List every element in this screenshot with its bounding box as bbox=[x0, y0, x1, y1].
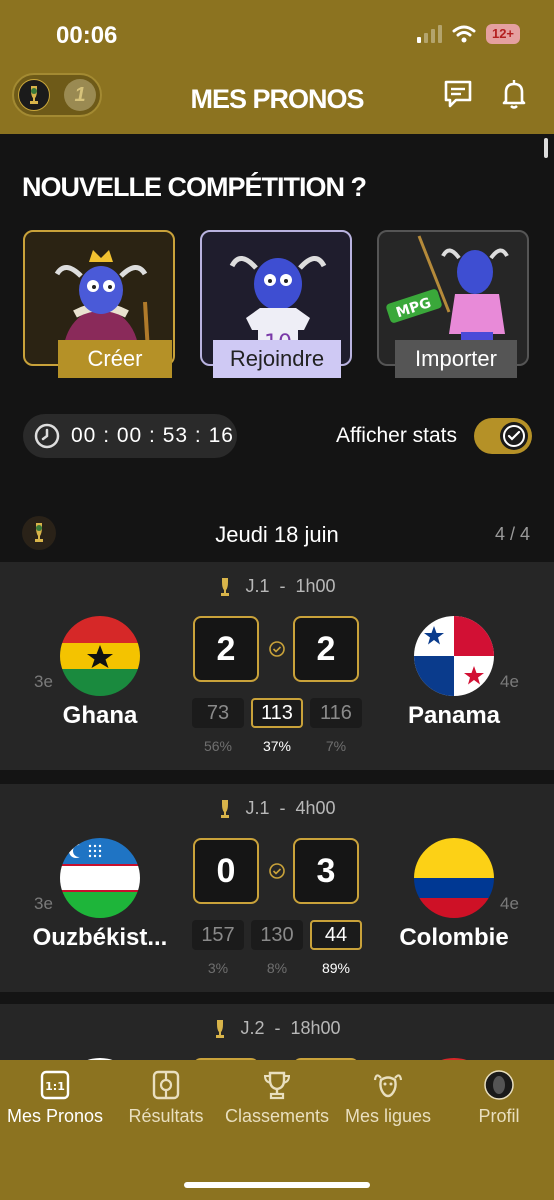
home-indicator bbox=[184, 1182, 370, 1188]
tab-resultats[interactable]: Résultats bbox=[111, 1070, 221, 1127]
separator: - bbox=[274, 1018, 281, 1038]
match-card[interactable]: J.1 - 1h00 3e Ghana 2 2 4e Panama 73 113… bbox=[0, 562, 554, 770]
ghana-flag bbox=[60, 616, 140, 696]
colombia-flag bbox=[414, 838, 494, 918]
match-info: J.1 - 1h00 bbox=[0, 576, 554, 597]
tab-label: Résultats bbox=[128, 1106, 204, 1126]
day-label: Jeudi 18 juin bbox=[215, 522, 339, 547]
draw-pct: 37% bbox=[262, 738, 292, 754]
home-rank: 3e bbox=[34, 672, 53, 691]
tab-label: Mes ligues bbox=[344, 1106, 432, 1126]
kickoff-time: 18h00 bbox=[290, 1018, 341, 1038]
home-win-pct: 56% bbox=[203, 738, 233, 754]
create-button[interactable]: Créer bbox=[58, 340, 172, 378]
home-score-input[interactable]: 2 bbox=[193, 616, 259, 682]
match-card[interactable]: J.2 - 18h00 bbox=[0, 1004, 554, 1060]
content-scroll[interactable]: NOUVELLE COMPÉTITION ? Créer Rejoindre M… bbox=[0, 134, 554, 1060]
draw-stat: 113 bbox=[251, 698, 303, 728]
pronos-icon-text: 1:1 bbox=[45, 1080, 65, 1093]
chat-icon[interactable] bbox=[442, 78, 476, 112]
show-stats-toggle[interactable] bbox=[474, 418, 532, 454]
scrollbar[interactable] bbox=[544, 138, 548, 158]
away-score-input[interactable]: 2 bbox=[293, 616, 359, 682]
tab-mes-ligues[interactable]: Mes ligues bbox=[333, 1070, 443, 1127]
app-header: 00:06 12+ 1 MES PRONOS bbox=[0, 0, 554, 134]
goat-head-icon bbox=[373, 1070, 403, 1100]
home-win-stat: 157 bbox=[192, 920, 244, 950]
home-win-pct: 3% bbox=[207, 960, 229, 976]
draw-stat: 130 bbox=[251, 920, 303, 950]
uzbekistan-flag bbox=[60, 838, 140, 918]
away-win-pct: 7% bbox=[325, 738, 347, 754]
import-button[interactable]: Importer bbox=[395, 340, 517, 378]
join-competition-card[interactable]: 10 Rejoindre bbox=[200, 230, 352, 378]
away-team-name: Colombie bbox=[399, 924, 509, 951]
home-team-name: Ghana bbox=[62, 702, 138, 729]
trophy-icon bbox=[262, 1070, 292, 1100]
away-rank: 4e bbox=[500, 894, 519, 913]
tab-label: Mes Pronos bbox=[6, 1106, 104, 1126]
import-competition-card[interactable]: MPG Importer bbox=[377, 230, 529, 378]
mpg-badge: MPG bbox=[394, 295, 433, 321]
away-team-name: Panama bbox=[407, 702, 501, 729]
away-win-stat: 44 bbox=[310, 920, 362, 950]
away-score-input[interactable]: 3 bbox=[293, 838, 359, 904]
bottom-tab-bar: 1:1 Mes Pronos Résultats Classements Mes… bbox=[0, 1060, 554, 1200]
round-label: J.1 bbox=[245, 798, 270, 818]
kickoff-time: 1h00 bbox=[295, 576, 336, 596]
battery-icon: 12+ bbox=[486, 24, 520, 44]
wifi-icon bbox=[452, 25, 476, 43]
tab-mes-pronos[interactable]: 1:1 Mes Pronos bbox=[0, 1070, 110, 1127]
home-rank: 3e bbox=[34, 894, 53, 913]
tab-profil[interactable]: Profil bbox=[444, 1070, 554, 1127]
bell-icon[interactable] bbox=[498, 78, 532, 112]
signal-icon bbox=[417, 25, 442, 43]
home-team-name: Ouzbékist... bbox=[32, 924, 168, 951]
away-win-stat: 116 bbox=[310, 698, 362, 728]
separator: - bbox=[279, 576, 286, 596]
round-label: J.2 bbox=[240, 1018, 265, 1038]
section-title: NOUVELLE COMPÉTITION ? bbox=[22, 172, 367, 202]
create-competition-card[interactable]: Créer bbox=[23, 230, 175, 378]
countdown-value: 00 : 00 : 53 : 16 bbox=[71, 424, 234, 447]
home-score-input[interactable]: 0 bbox=[193, 838, 259, 904]
tab-classements[interactable]: Classements bbox=[222, 1070, 332, 1127]
results-icon bbox=[151, 1070, 181, 1100]
status-icons: 12+ bbox=[417, 24, 520, 44]
away-win-pct: 89% bbox=[321, 960, 351, 976]
avatar bbox=[484, 1070, 514, 1100]
draw-pct: 8% bbox=[266, 960, 288, 976]
kickoff-time: 4h00 bbox=[295, 798, 336, 818]
clock-icon bbox=[34, 423, 60, 449]
pronos-icon: 1:1 bbox=[40, 1070, 70, 1100]
show-stats-label: Afficher stats bbox=[336, 424, 457, 447]
check-icon bbox=[269, 641, 285, 657]
home-win-stat: 73 bbox=[192, 698, 244, 728]
separator: - bbox=[279, 798, 286, 818]
day-header: Jeudi 18 juin 4 / 4 bbox=[0, 514, 554, 560]
countdown-timer: 00 : 00 : 53 : 16 bbox=[23, 414, 237, 458]
status-time: 00:06 bbox=[56, 22, 118, 49]
match-info: J.2 - 18h00 bbox=[0, 1018, 554, 1039]
match-count: 4 / 4 bbox=[494, 524, 530, 544]
trophy-icon bbox=[221, 800, 230, 819]
trophy-icon bbox=[221, 578, 230, 597]
check-icon bbox=[500, 422, 528, 450]
trophy-icon bbox=[216, 1020, 225, 1039]
panama-flag bbox=[414, 616, 494, 696]
round-label: J.1 bbox=[245, 576, 270, 596]
tab-label: Classements bbox=[224, 1106, 330, 1126]
join-button[interactable]: Rejoindre bbox=[213, 340, 341, 378]
match-info: J.1 - 4h00 bbox=[0, 798, 554, 819]
tab-label: Profil bbox=[478, 1106, 520, 1126]
away-rank: 4e bbox=[500, 672, 519, 691]
match-card[interactable]: J.1 - 4h00 3e Ouzbékist... 0 3 4e Colomb… bbox=[0, 784, 554, 992]
check-icon bbox=[269, 863, 285, 879]
